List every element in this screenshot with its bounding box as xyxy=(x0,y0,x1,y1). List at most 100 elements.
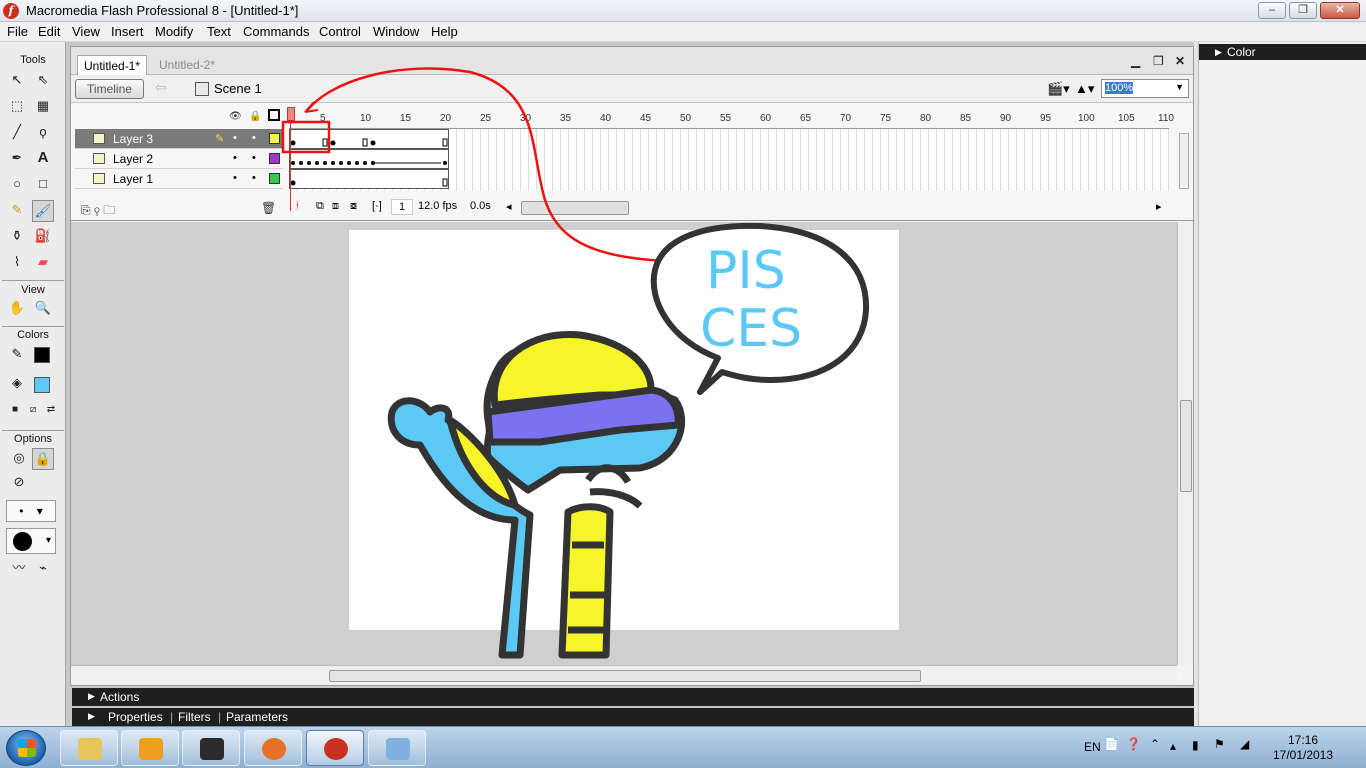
doc-close-icon[interactable]: ✕ xyxy=(1175,54,1185,68)
menu-file[interactable]: File xyxy=(7,24,28,39)
taskbar-paint[interactable] xyxy=(368,730,426,766)
lock-dot[interactable]: • xyxy=(252,132,256,144)
volume-tray-icon[interactable]: ◢ xyxy=(1240,737,1249,751)
tab-parameters[interactable]: Parameters xyxy=(226,710,288,724)
paint-bucket-tool-icon[interactable]: ⛽ xyxy=(32,226,54,248)
brush-shape-select[interactable]: ▾ xyxy=(6,528,56,554)
timeline-vscroll[interactable] xyxy=(1179,133,1189,189)
eyedropper-tool-icon[interactable]: ⌇ xyxy=(6,252,28,274)
playhead-handle[interactable] xyxy=(287,107,295,121)
menu-window[interactable]: Window xyxy=(373,24,419,39)
pressure-icon[interactable]: 〰 xyxy=(8,558,30,580)
visible-dot[interactable]: • xyxy=(233,152,237,164)
tab-untitled-2[interactable]: Untitled-2* xyxy=(153,55,221,75)
taskbar-explorer[interactable] xyxy=(60,730,118,766)
onion-skin-icon[interactable]: ⧉ xyxy=(313,199,327,215)
menu-commands[interactable]: Commands xyxy=(243,24,309,39)
menu-view[interactable]: View xyxy=(72,24,100,39)
fill-color-swatch[interactable] xyxy=(34,377,50,393)
lock-dot[interactable]: • xyxy=(252,172,256,184)
stage-hscroll[interactable] xyxy=(71,665,1177,685)
zoom-tool-icon[interactable]: 🔍 xyxy=(32,298,54,320)
layer-color-swatch[interactable] xyxy=(269,153,280,164)
taskbar-flash[interactable] xyxy=(306,730,364,766)
center-frame-icon[interactable]: ⍿ xyxy=(293,199,302,215)
swap-colors-icon[interactable]: ⇄ xyxy=(40,400,62,422)
doc-restore-icon[interactable]: ❐ xyxy=(1153,54,1164,68)
ink-bottle-tool-icon[interactable]: ⚱ xyxy=(6,226,28,248)
onion-outline-icon[interactable]: ⧈ xyxy=(329,199,342,215)
actions-panel-header[interactable]: ▶ Actions xyxy=(72,688,1194,706)
taskbar-app-3[interactable] xyxy=(182,730,240,766)
clock[interactable]: 17:16 17/01/2013 xyxy=(1268,733,1338,763)
taskbar-app-2[interactable] xyxy=(121,730,179,766)
gradient-transform-tool-icon[interactable]: ▦ xyxy=(32,96,54,118)
tab-properties[interactable]: Properties xyxy=(108,710,163,724)
oval-tool-icon[interactable]: ○ xyxy=(6,174,28,196)
visible-dot[interactable]: • xyxy=(233,132,237,144)
zoom-select[interactable]: 100% ▼ xyxy=(1101,79,1189,98)
menu-modify[interactable]: Modify xyxy=(155,24,193,39)
tilt-icon[interactable]: ⌁ xyxy=(32,558,54,580)
pencil-tool-icon[interactable]: ✎ xyxy=(6,200,28,222)
edit-multiple-icon[interactable]: ⧇ xyxy=(347,199,360,215)
visible-dot[interactable]: • xyxy=(233,172,237,184)
stage-vscroll[interactable] xyxy=(1177,222,1193,665)
taskbar-firefox[interactable] xyxy=(244,730,302,766)
frame-grid[interactable] xyxy=(289,129,1169,191)
flash-app-icon[interactable]: f xyxy=(3,3,19,19)
pdf-tray-icon[interactable]: 📄 xyxy=(1104,737,1119,751)
layer-row[interactable]: Layer 1 • • xyxy=(75,169,283,189)
menu-text[interactable]: Text xyxy=(207,24,231,39)
start-button[interactable] xyxy=(6,730,46,766)
scroll-left-icon[interactable]: ◂ xyxy=(503,199,515,215)
stage-vscroll-thumb[interactable] xyxy=(1180,400,1192,492)
color-panel-header[interactable]: ▶ Color xyxy=(1199,44,1366,60)
stroke-color-swatch[interactable] xyxy=(34,347,50,363)
lock-icon[interactable]: 🔒 xyxy=(249,111,261,122)
add-guide-layer-icon[interactable]: ⚲ xyxy=(94,203,100,217)
brush-tool-icon[interactable]: 🖌 xyxy=(32,200,54,222)
brush-mode-icon[interactable]: ⊘ xyxy=(8,472,30,494)
back-arrow-icon[interactable]: ⇦ xyxy=(155,79,167,96)
minimize-button[interactable]: – xyxy=(1258,2,1286,19)
eraser-tool-icon[interactable]: ▰ xyxy=(32,252,54,274)
help-tray-icon[interactable]: ❓ xyxy=(1126,737,1141,751)
edit-symbols-icon[interactable]: 🎬▾ xyxy=(1047,81,1070,97)
show-hidden-icons[interactable]: ⌃ xyxy=(1150,737,1160,751)
language-indicator[interactable]: EN xyxy=(1084,740,1101,754)
timeline-hscroll[interactable] xyxy=(521,201,629,215)
stage-hscroll-thumb[interactable] xyxy=(329,670,921,682)
menu-control[interactable]: Control xyxy=(319,24,361,39)
trash-icon[interactable]: 🗑 xyxy=(261,201,276,215)
insert-folder-icon[interactable]: 🗀 xyxy=(103,203,115,217)
lock-fill-icon[interactable]: 🔒 xyxy=(32,448,54,470)
restore-button[interactable]: ❐ xyxy=(1289,2,1317,19)
network-tray-icon[interactable]: ▴ xyxy=(1170,739,1176,753)
scroll-right-icon[interactable]: ▸ xyxy=(1153,199,1165,215)
lasso-tool-icon[interactable]: ϙ xyxy=(32,122,54,144)
frame-rate[interactable]: 12.0 fps xyxy=(415,199,460,215)
doc-minimize-icon[interactable]: ▁ xyxy=(1131,54,1140,68)
selection-tool-icon[interactable]: ↖ xyxy=(6,70,28,92)
rectangle-tool-icon[interactable]: □ xyxy=(32,174,54,196)
battery-tray-icon[interactable]: ▮ xyxy=(1192,738,1199,752)
playhead[interactable] xyxy=(290,107,298,211)
modify-markers-icon[interactable]: [·] xyxy=(369,199,385,215)
flag-tray-icon[interactable]: ⚑ xyxy=(1214,737,1225,751)
layer-color-swatch[interactable] xyxy=(269,133,280,144)
outline-icon[interactable] xyxy=(268,109,280,121)
tab-untitled-1[interactable]: Untitled-1* xyxy=(77,55,148,75)
layer-row[interactable]: Layer 2 • • xyxy=(75,149,283,169)
layer-row[interactable]: Layer 3 ✎ • • xyxy=(75,129,283,149)
eye-icon[interactable]: 👁 xyxy=(229,111,242,122)
menu-help[interactable]: Help xyxy=(431,24,458,39)
lock-dot[interactable]: • xyxy=(252,152,256,164)
text-tool-icon[interactable]: A xyxy=(32,148,54,170)
close-button[interactable]: ✕ xyxy=(1320,2,1360,19)
object-drawing-icon[interactable]: ◎ xyxy=(8,448,30,470)
insert-layer-icon[interactable]: ⎘ xyxy=(81,203,91,217)
stage[interactable] xyxy=(349,230,899,630)
edit-scene-icon[interactable]: ▲▾ xyxy=(1075,81,1094,97)
menu-edit[interactable]: Edit xyxy=(38,24,60,39)
